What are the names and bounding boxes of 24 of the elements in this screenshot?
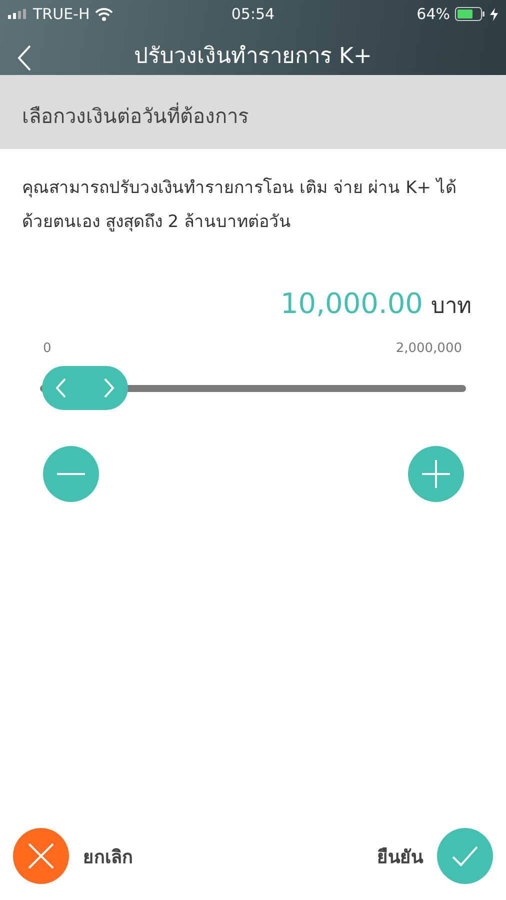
signal-icon	[8, 9, 28, 19]
battery-icon	[455, 7, 485, 21]
clock-time: 05:54	[231, 5, 275, 23]
wifi-icon	[94, 8, 113, 20]
section-title: เลือกวงเงินต่อวันที่ต้องการ	[22, 102, 249, 130]
max-label: 2,000,000	[396, 341, 462, 356]
minus-icon	[55, 473, 87, 475]
back-chevron-icon	[16, 44, 32, 72]
plus-icon	[420, 458, 452, 490]
min-label: 0	[43, 341, 52, 356]
close-icon	[27, 842, 55, 870]
cancel-label: ยกเลิก	[83, 846, 133, 870]
chevron-left-icon	[54, 377, 68, 399]
screen-title: ปรับวงเงินทำรายการ K+	[134, 43, 372, 71]
currency-unit: บาท	[431, 293, 472, 321]
slider-handle[interactable]	[42, 366, 128, 410]
battery-percent: 64%	[416, 5, 450, 23]
checkmark-icon	[451, 845, 479, 867]
chevron-right-icon	[102, 377, 116, 399]
description-text: คุณสามารถปรับวงเงินทำรายการโอน เติม จ่าย ผ่าน K+ ได้ด้วยตนเอง สูงสุดถึง 2 ล้านบาทต่อวัน	[22, 176, 458, 234]
amount-value: 10,000.00	[280, 287, 423, 320]
charging-icon	[490, 8, 498, 20]
carrier-name: TRUE-H	[33, 5, 90, 23]
confirm-label: ยืนยัน	[377, 846, 423, 870]
